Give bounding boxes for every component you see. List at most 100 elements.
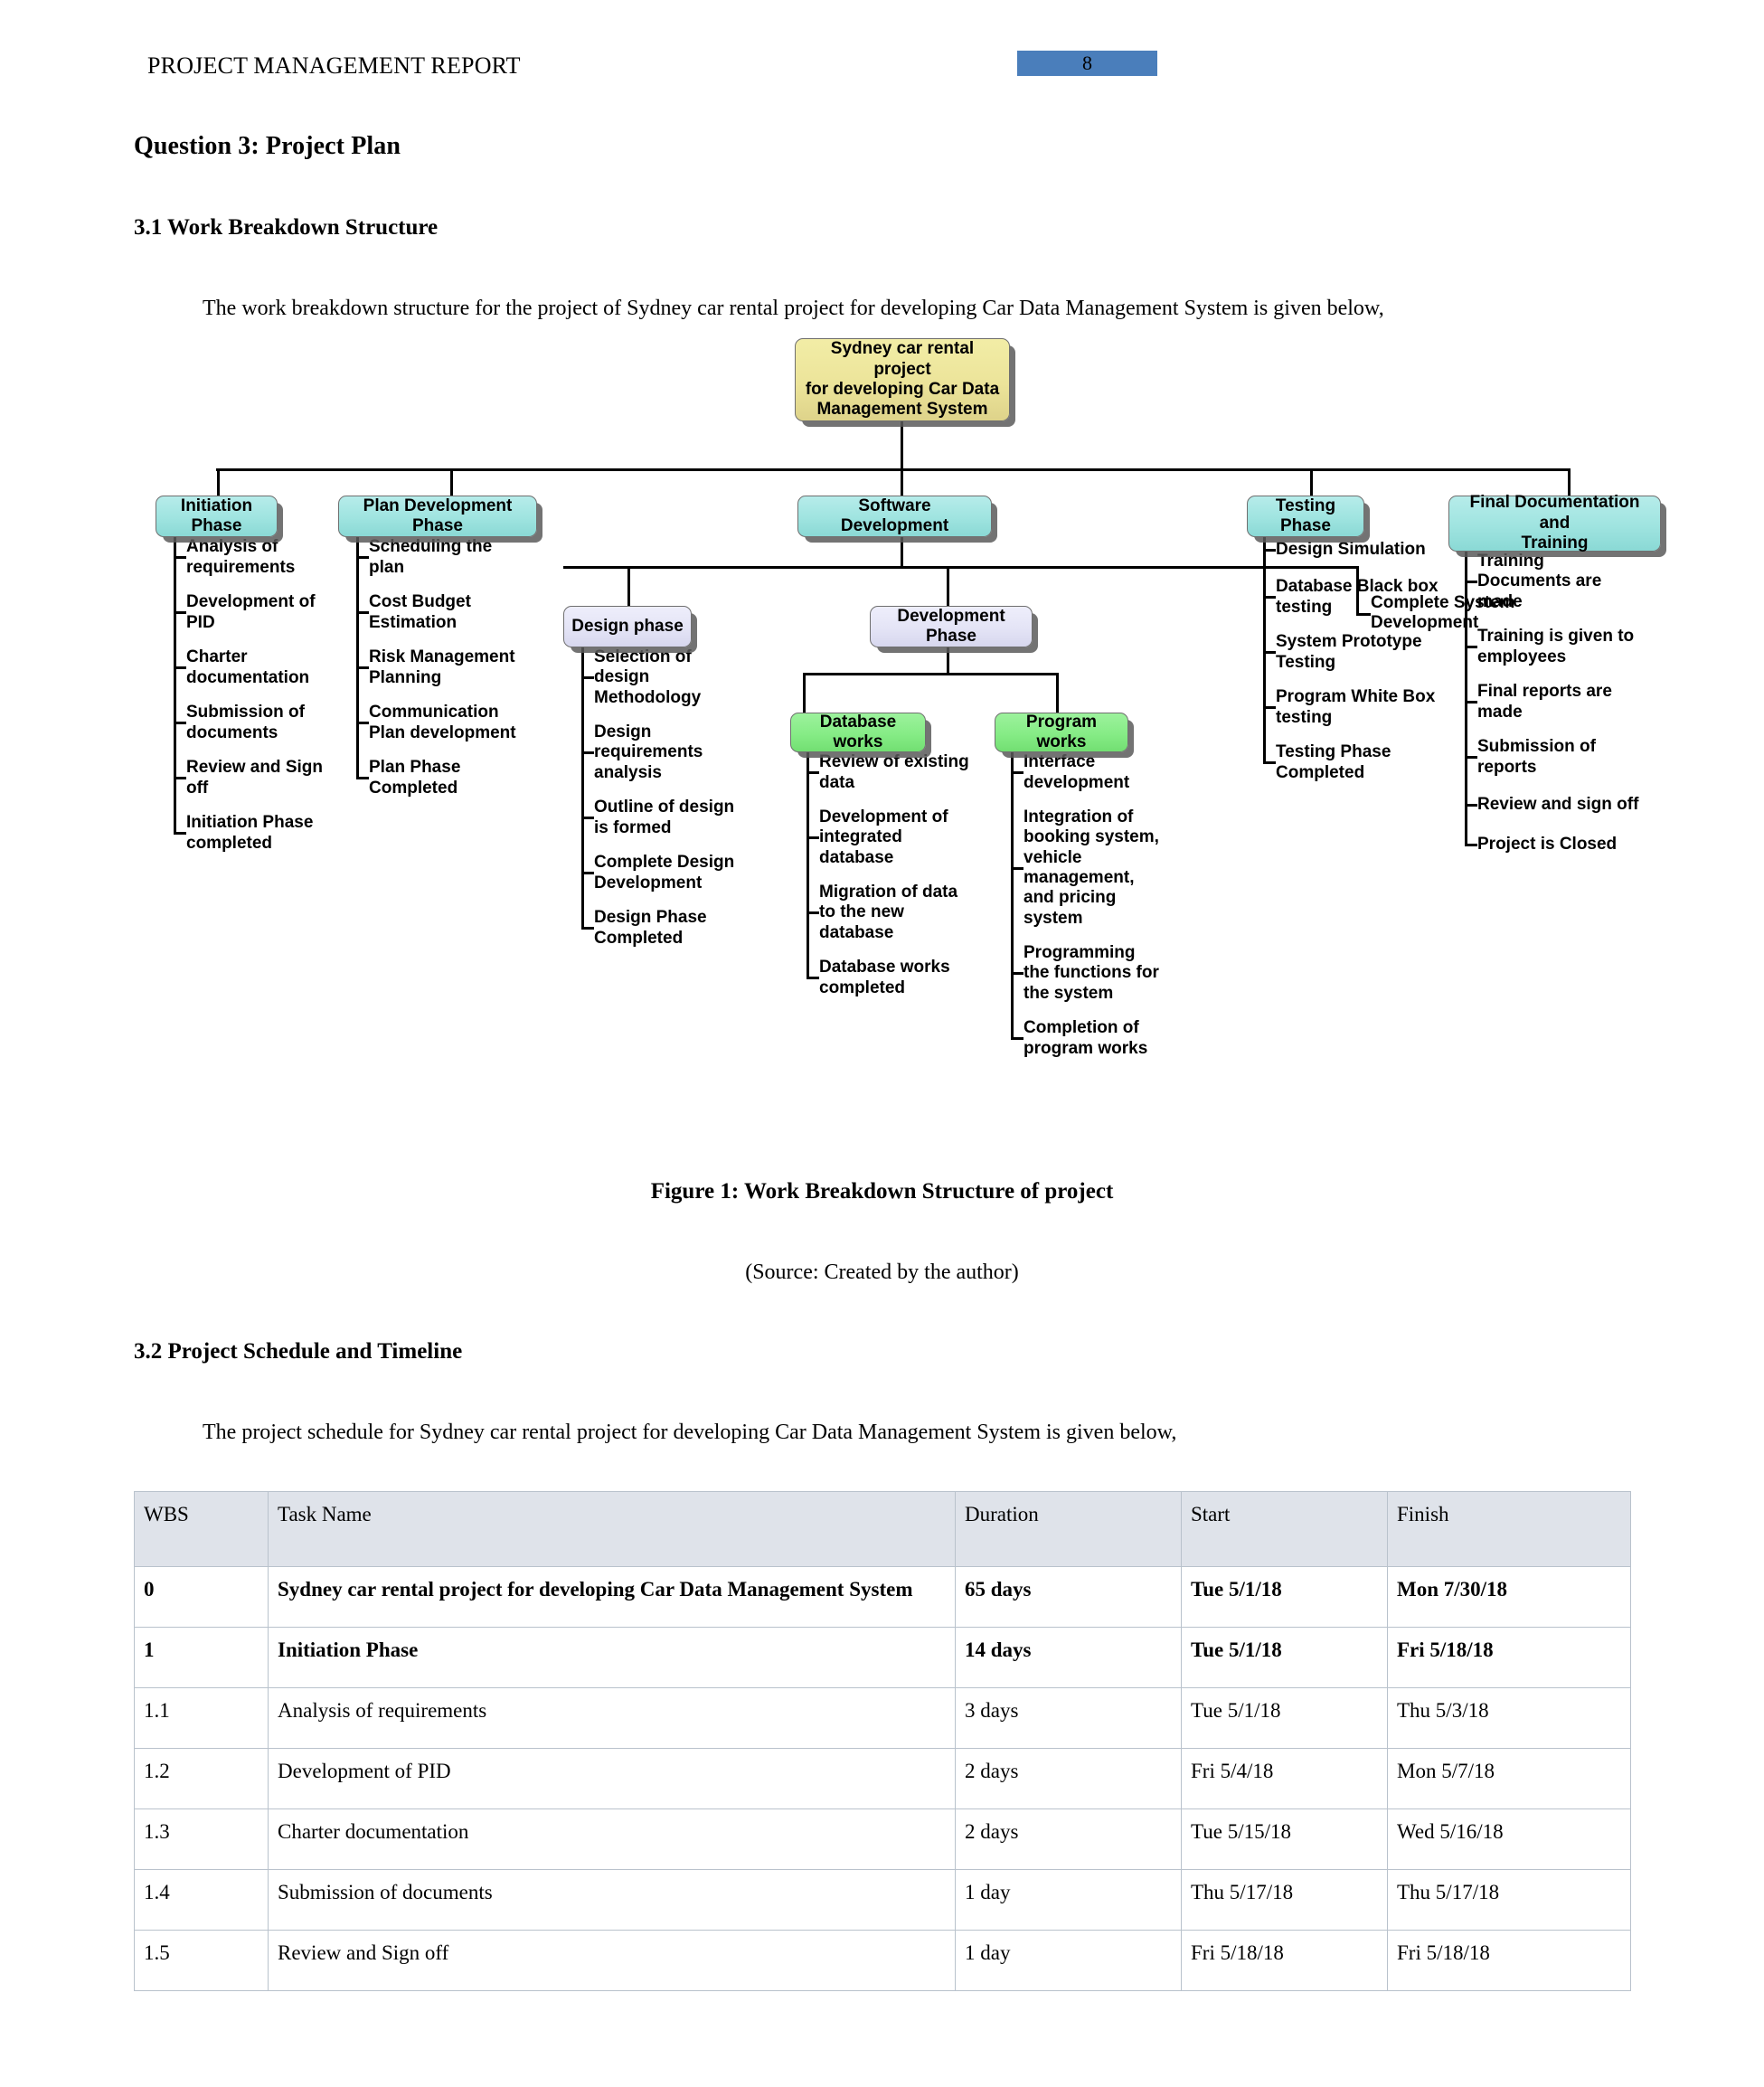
figure-caption: Figure 1: Work Breakdown Structure of pr… [650, 1179, 1114, 1204]
cell-duration: 14 days [955, 1627, 1182, 1688]
cell-finish: Mon 5/7/18 [1387, 1748, 1631, 1809]
wbs-phase-final-documentation-label: Final Documentation and Training [1469, 493, 1640, 553]
schedule-table-wrap: WBS Task Name Duration Start Finish 0 Syd… [134, 1491, 1631, 1991]
cell-duration: 3 days [955, 1687, 1182, 1749]
leaf-label: Selection of design Methodology [594, 647, 702, 707]
wbs-leaf-item: Training is given to employees [1465, 627, 1640, 667]
wbs-leaf-item: Charter documentation [174, 647, 338, 688]
connector-top-bus [216, 468, 1569, 471]
cell-duration: 2 days [955, 1808, 1182, 1870]
wbs-phase-initiation: Initiation Phase [156, 496, 278, 537]
leaf-tick [356, 722, 369, 724]
page-number-badge: 8 [1017, 51, 1157, 76]
leaf-label: Migration of data to the new database [819, 882, 958, 942]
leaf-label: Review and sign off [1477, 794, 1639, 814]
wbs-leaf-item: Development of integrated database [807, 807, 975, 868]
connector-database-works-stem [803, 673, 806, 713]
cell-task-name: Development of PID [268, 1748, 956, 1809]
cell-wbs: 0 [134, 1566, 269, 1628]
wbs-leaf-item: Design requirements analysis [581, 722, 746, 783]
schedule-table: WBS Task Name Duration Start Finish 0 Syd… [134, 1491, 1631, 1991]
wbs-leaf-item: Database works completed [807, 958, 975, 998]
connector-phase-stem-2 [901, 468, 903, 496]
leaf-label: Database works completed [819, 958, 950, 997]
leaf-tick [581, 676, 594, 679]
connector-program-works-stem [1056, 673, 1059, 713]
wbs-leaf-item: Program White Box testing [1263, 687, 1439, 728]
wbs-leaf-item: Training Documents are made [1465, 552, 1640, 612]
leaf-tick [1465, 844, 1477, 846]
leaf-tick [1011, 972, 1023, 975]
leaf-label: Design Phase Completed [594, 908, 707, 948]
wbs-leaf-item: Submission of reports [1465, 737, 1640, 778]
cell-duration: 2 days [955, 1748, 1182, 1809]
connector-software-development-bus [563, 566, 1359, 569]
wbs-leaf-item: Migration of data to the new database [807, 883, 975, 943]
wbs-node-development-phase: Development Phase [870, 606, 1033, 647]
connector-phase-stem-0 [217, 468, 220, 496]
table-row: 1.2 Development of PID 2 days Fri 5/4/18 Mon… [134, 1748, 1631, 1809]
wbs-leaf-item: Initiation Phase completed [174, 813, 338, 854]
table-row: 1.4 Submission of documents 1 day Thu 5/17/… [134, 1869, 1631, 1931]
leaf-tick [1465, 581, 1477, 583]
cell-duration: 1 day [955, 1930, 1182, 1991]
column-header-duration: Duration [955, 1491, 1182, 1567]
leaf-tick [356, 777, 369, 779]
wbs-phase-plan-development-label: Plan Development Phase [363, 496, 513, 535]
leaf-tick [1011, 771, 1023, 774]
leaf-label: Training is given to employees [1477, 627, 1635, 666]
connector-design-stem [627, 566, 630, 606]
leaf-label: Analysis of requirements [186, 537, 296, 577]
leaf-tick [581, 817, 594, 819]
leaf-label: Charter documentation [186, 647, 310, 687]
leaf-tick [174, 666, 186, 669]
leaf-tick [1465, 756, 1477, 759]
cell-finish: Fri 5/18/18 [1387, 1930, 1631, 1991]
leaf-label: Training Documents are made [1477, 551, 1602, 611]
table-header-row: WBS Task Name Duration Start Finish [134, 1491, 1631, 1567]
wbs-leaf-item: Selection of design Methodology [581, 647, 746, 708]
column-header-start: Start [1181, 1491, 1388, 1567]
column-header-task: Task Name [268, 1491, 956, 1567]
leaf-label: Complete Design Development [594, 853, 735, 892]
connector-development-phase-bus [803, 673, 1059, 675]
cell-wbs: 1.1 [134, 1687, 269, 1749]
figure-source: (Source: Created by the author) [745, 1261, 1019, 1284]
table-row: 1.5 Review and Sign off 1 day Fri 5/18/18 Fr… [134, 1930, 1631, 1991]
cell-wbs: 1.5 [134, 1930, 269, 1991]
leaf-tick [356, 611, 369, 614]
table-row: 1.1 Analysis of requirements 3 days Tue 5/1… [134, 1687, 1631, 1749]
column-header-wbs: WBS [134, 1491, 269, 1567]
cell-task-name: Initiation Phase [268, 1627, 956, 1688]
wbs-leaf-item: Outline of design is formed [581, 798, 746, 838]
cell-start: Fri 5/18/18 [1181, 1930, 1388, 1991]
document-header: PROJECT MANAGEMENT REPORT 8 [0, 51, 1764, 107]
connector-phase-stem-1 [450, 468, 453, 496]
leaf-tick [1011, 1037, 1023, 1040]
cell-duration: 1 day [955, 1869, 1182, 1931]
connector-software-development-down [901, 537, 903, 566]
leaf-label: Communication Plan development [369, 703, 516, 742]
wbs-diagram: Sydney car rental project for developing … [0, 336, 1764, 1177]
leaf-tick [356, 666, 369, 669]
wbs-root-node: Sydney car rental project for developing … [795, 338, 1010, 421]
wbs-leaf-item: Development of PID [174, 592, 338, 633]
wbs-leaf-item: Final reports are made [1465, 682, 1640, 722]
wbs-node-database-works: Database works [790, 713, 926, 752]
cell-start: Tue 5/1/18 [1181, 1566, 1388, 1628]
cell-finish: Thu 5/3/18 [1387, 1687, 1631, 1749]
wbs-leaf-item: Complete Design Development [581, 853, 746, 893]
section-3-1-heading: 3.1 Work Breakdown Structure [134, 215, 439, 240]
cell-task-name: Sydney car rental project for developing… [268, 1566, 956, 1628]
wbs-phase-testing-label: Testing Phase [1275, 496, 1336, 535]
leaf-tick [1263, 761, 1276, 764]
connector-root-down [901, 421, 903, 474]
leaf-label: Cost Budget Estimation [369, 592, 471, 632]
leaf-label: Scheduling the plan [369, 537, 493, 577]
wbs-node-program-works-label: Program works [1025, 712, 1098, 751]
connector-phase-stem-3 [1310, 468, 1313, 496]
cell-finish: Thu 5/17/18 [1387, 1869, 1631, 1931]
leaf-label: System Prototype Testing [1276, 632, 1422, 672]
leaf-tick [581, 872, 594, 874]
leaf-label: Design requirements analysis [594, 722, 703, 782]
